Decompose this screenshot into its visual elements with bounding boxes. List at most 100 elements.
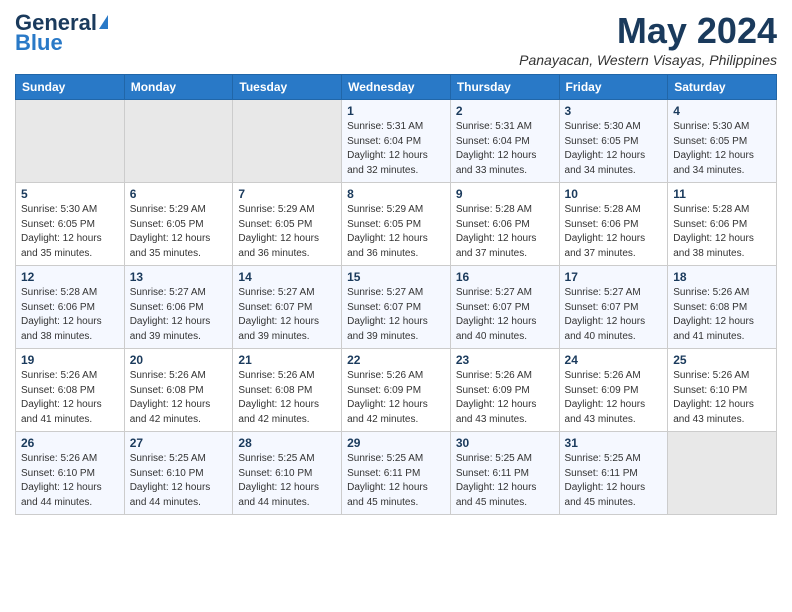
calendar-cell: 10 Sunrise: 5:28 AM Sunset: 6:06 PM Dayli… <box>559 183 668 266</box>
header-sunday: Sunday <box>16 75 125 100</box>
header-monday: Monday <box>124 75 233 100</box>
calendar-cell: 7 Sunrise: 5:29 AM Sunset: 6:05 PM Daylig… <box>233 183 342 266</box>
day-info: Sunrise: 5:25 AM Sunset: 6:11 PM Dayligh… <box>347 452 445 510</box>
day-info: Sunrise: 5:30 AM Sunset: 6:05 PM Dayligh… <box>21 203 119 261</box>
day-info: Sunrise: 5:26 AM Sunset: 6:10 PM Dayligh… <box>21 452 119 510</box>
calendar-cell: 24 Sunrise: 5:26 AM Sunset: 6:09 PM Dayli… <box>559 349 668 432</box>
day-info: Sunrise: 5:27 AM Sunset: 6:07 PM Dayligh… <box>456 286 554 344</box>
day-number: 20 <box>130 353 228 367</box>
day-number: 5 <box>21 187 119 201</box>
day-info: Sunrise: 5:27 AM Sunset: 6:07 PM Dayligh… <box>565 286 663 344</box>
calendar-header-row: SundayMondayTuesdayWednesdayThursdayFrid… <box>16 75 777 100</box>
day-number: 6 <box>130 187 228 201</box>
calendar-cell: 15Sunrise: 5:27 AM Sunset: 6:07 PM Dayli… <box>342 266 451 349</box>
calendar-cell: 27 Sunrise: 5:25 AM Sunset: 6:10 PM Dayli… <box>124 432 233 515</box>
header-saturday: Saturday <box>668 75 777 100</box>
calendar-cell: 18 Sunrise: 5:26 AM Sunset: 6:08 PM Dayli… <box>668 266 777 349</box>
day-info: Sunrise: 5:30 AM Sunset: 6:05 PM Dayligh… <box>565 120 663 178</box>
month-title: May 2024 <box>519 10 777 52</box>
day-number: 22 <box>347 353 445 367</box>
calendar-cell: 13 Sunrise: 5:27 AM Sunset: 6:06 PM Dayli… <box>124 266 233 349</box>
day-number: 8 <box>347 187 445 201</box>
day-number: 30 <box>456 436 554 450</box>
calendar-week-row: 26Sunrise: 5:26 AM Sunset: 6:10 PM Dayli… <box>16 432 777 515</box>
day-info: Sunrise: 5:25 AM Sunset: 6:11 PM Dayligh… <box>456 452 554 510</box>
day-number: 25 <box>673 353 771 367</box>
calendar-week-row: 5 Sunrise: 5:30 AM Sunset: 6:05 PM Daylig… <box>16 183 777 266</box>
calendar-cell: 14 Sunrise: 5:27 AM Sunset: 6:07 PM Dayli… <box>233 266 342 349</box>
calendar-cell: 12Sunrise: 5:28 AM Sunset: 6:06 PM Dayli… <box>16 266 125 349</box>
day-info: Sunrise: 5:26 AM Sunset: 6:09 PM Dayligh… <box>347 369 445 427</box>
day-info: Sunrise: 5:27 AM Sunset: 6:06 PM Dayligh… <box>130 286 228 344</box>
calendar-week-row: 12Sunrise: 5:28 AM Sunset: 6:06 PM Dayli… <box>16 266 777 349</box>
day-info: Sunrise: 5:28 AM Sunset: 6:06 PM Dayligh… <box>673 203 771 261</box>
header-tuesday: Tuesday <box>233 75 342 100</box>
header-friday: Friday <box>559 75 668 100</box>
day-number: 7 <box>238 187 336 201</box>
calendar-week-row: 19 Sunrise: 5:26 AM Sunset: 6:08 PM Dayli… <box>16 349 777 432</box>
calendar-cell: 6Sunrise: 5:29 AM Sunset: 6:05 PM Daylig… <box>124 183 233 266</box>
calendar-cell <box>16 100 125 183</box>
day-number: 27 <box>130 436 228 450</box>
day-info: Sunrise: 5:27 AM Sunset: 6:07 PM Dayligh… <box>238 286 336 344</box>
calendar-cell: 4 Sunrise: 5:30 AM Sunset: 6:05 PM Daylig… <box>668 100 777 183</box>
day-number: 23 <box>456 353 554 367</box>
calendar-cell: 19 Sunrise: 5:26 AM Sunset: 6:08 PM Dayli… <box>16 349 125 432</box>
day-info: Sunrise: 5:26 AM Sunset: 6:08 PM Dayligh… <box>673 286 771 344</box>
calendar-cell: 31 Sunrise: 5:25 AM Sunset: 6:11 PM Dayli… <box>559 432 668 515</box>
day-info: Sunrise: 5:25 AM Sunset: 6:10 PM Dayligh… <box>238 452 336 510</box>
day-number: 10 <box>565 187 663 201</box>
day-info: Sunrise: 5:30 AM Sunset: 6:05 PM Dayligh… <box>673 120 771 178</box>
day-info: Sunrise: 5:29 AM Sunset: 6:05 PM Dayligh… <box>238 203 336 261</box>
day-number: 12 <box>21 270 119 284</box>
calendar-cell: 11 Sunrise: 5:28 AM Sunset: 6:06 PM Dayli… <box>668 183 777 266</box>
day-number: 3 <box>565 104 663 118</box>
day-number: 28 <box>238 436 336 450</box>
day-number: 2 <box>456 104 554 118</box>
day-info: Sunrise: 5:26 AM Sunset: 6:08 PM Dayligh… <box>21 369 119 427</box>
day-number: 19 <box>21 353 119 367</box>
day-number: 13 <box>130 270 228 284</box>
day-info: Sunrise: 5:26 AM Sunset: 6:09 PM Dayligh… <box>565 369 663 427</box>
day-info: Sunrise: 5:31 AM Sunset: 6:04 PM Dayligh… <box>456 120 554 178</box>
header-wednesday: Wednesday <box>342 75 451 100</box>
day-number: 15 <box>347 270 445 284</box>
title-block: May 2024 Panayacan, Western Visayas, Phi… <box>519 10 777 68</box>
header-thursday: Thursday <box>450 75 559 100</box>
day-info: Sunrise: 5:25 AM Sunset: 6:11 PM Dayligh… <box>565 452 663 510</box>
calendar-table: SundayMondayTuesdayWednesdayThursdayFrid… <box>15 74 777 515</box>
day-number: 4 <box>673 104 771 118</box>
day-number: 11 <box>673 187 771 201</box>
day-info: Sunrise: 5:25 AM Sunset: 6:10 PM Dayligh… <box>130 452 228 510</box>
day-info: Sunrise: 5:28 AM Sunset: 6:06 PM Dayligh… <box>565 203 663 261</box>
day-info: Sunrise: 5:29 AM Sunset: 6:05 PM Dayligh… <box>347 203 445 261</box>
logo-blue: Blue <box>15 30 63 56</box>
day-number: 9 <box>456 187 554 201</box>
calendar-cell: 25Sunrise: 5:26 AM Sunset: 6:10 PM Dayli… <box>668 349 777 432</box>
calendar-cell: 22 Sunrise: 5:26 AM Sunset: 6:09 PM Dayli… <box>342 349 451 432</box>
calendar-cell: 5 Sunrise: 5:30 AM Sunset: 6:05 PM Daylig… <box>16 183 125 266</box>
calendar-cell: 17 Sunrise: 5:27 AM Sunset: 6:07 PM Dayli… <box>559 266 668 349</box>
day-number: 17 <box>565 270 663 284</box>
day-info: Sunrise: 5:26 AM Sunset: 6:09 PM Dayligh… <box>456 369 554 427</box>
day-number: 24 <box>565 353 663 367</box>
logo: General Blue <box>15 10 108 56</box>
day-number: 18 <box>673 270 771 284</box>
calendar-week-row: 1Sunrise: 5:31 AM Sunset: 6:04 PM Daylig… <box>16 100 777 183</box>
calendar-cell: 9Sunrise: 5:28 AM Sunset: 6:06 PM Daylig… <box>450 183 559 266</box>
calendar-cell <box>124 100 233 183</box>
day-info: Sunrise: 5:31 AM Sunset: 6:04 PM Dayligh… <box>347 120 445 178</box>
calendar-cell: 28 Sunrise: 5:25 AM Sunset: 6:10 PM Dayli… <box>233 432 342 515</box>
calendar-cell: 21Sunrise: 5:26 AM Sunset: 6:08 PM Dayli… <box>233 349 342 432</box>
day-number: 21 <box>238 353 336 367</box>
day-number: 31 <box>565 436 663 450</box>
calendar-cell: 1Sunrise: 5:31 AM Sunset: 6:04 PM Daylig… <box>342 100 451 183</box>
location: Panayacan, Western Visayas, Philippines <box>519 52 777 68</box>
calendar-cell: 26Sunrise: 5:26 AM Sunset: 6:10 PM Dayli… <box>16 432 125 515</box>
calendar-cell: 29Sunrise: 5:25 AM Sunset: 6:11 PM Dayli… <box>342 432 451 515</box>
calendar-cell <box>233 100 342 183</box>
day-number: 14 <box>238 270 336 284</box>
calendar-cell: 16Sunrise: 5:27 AM Sunset: 6:07 PM Dayli… <box>450 266 559 349</box>
calendar-cell: 20Sunrise: 5:26 AM Sunset: 6:08 PM Dayli… <box>124 349 233 432</box>
calendar-cell: 23 Sunrise: 5:26 AM Sunset: 6:09 PM Dayli… <box>450 349 559 432</box>
